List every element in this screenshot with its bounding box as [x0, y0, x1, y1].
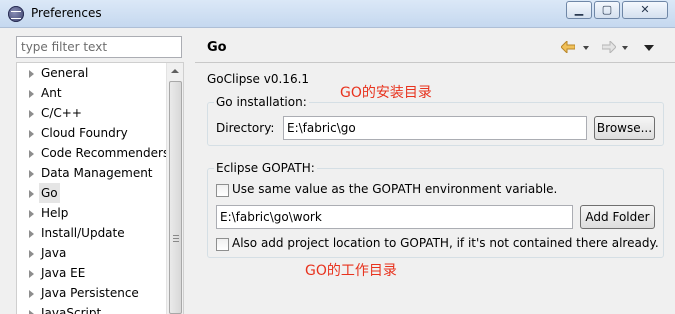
filter-input[interactable] [16, 36, 182, 58]
preferences-tree: General Ant C/C++ Cloud Foundry Code Recomme… [16, 62, 184, 314]
window-titlebar: Preferences ▁ ▢ ✕ [0, 0, 675, 28]
expand-arrow-icon[interactable] [29, 270, 34, 278]
grip-line [173, 238, 179, 239]
tree-item-label[interactable]: Java Persistence [41, 283, 139, 303]
tree-item-label[interactable]: Java EE [41, 263, 85, 283]
install-dir-annotation: GO的安装目录 [340, 85, 432, 101]
expand-arrow-icon[interactable] [29, 290, 34, 298]
tree-item[interactable]: Help [17, 203, 167, 223]
work-dir-annotation: GO的工作目录 [305, 263, 397, 279]
close-button[interactable]: ✕ [622, 1, 668, 19]
expand-arrow-icon[interactable] [29, 90, 34, 98]
tree-item-label[interactable]: C/C++ [41, 103, 82, 123]
gopath-legend: Eclipse GOPATH: [214, 161, 317, 175]
expand-arrow-icon[interactable] [29, 310, 34, 314]
version-label: GoClipse v0.16.1 [207, 72, 310, 86]
grip-line [173, 235, 179, 236]
scroll-thumb[interactable] [169, 81, 182, 314]
go-installation-group: Go installation: Directory: Browse... [207, 95, 664, 146]
maximize-button[interactable]: ▢ [594, 1, 620, 19]
grip-line [173, 241, 179, 242]
tree-item[interactable]: General [17, 63, 167, 83]
window-title: Preferences [31, 6, 102, 20]
preference-page: Go GoClipse v0.16.1 Go installation: Dir… [195, 34, 675, 314]
forward-dropdown-icon[interactable] [622, 46, 628, 50]
tree-item[interactable]: Ant [17, 83, 167, 103]
also-add-project-checkbox[interactable] [216, 238, 229, 251]
expand-arrow-icon[interactable] [29, 210, 34, 218]
view-menu-icon[interactable] [644, 45, 654, 51]
gopath-group: Eclipse GOPATH: Use same value as the GO… [207, 161, 664, 258]
expand-arrow-icon[interactable] [29, 250, 34, 258]
tree-scrollbar[interactable] [166, 63, 183, 314]
tree-item[interactable]: Install/Update [17, 223, 167, 243]
tree-item[interactable]: C/C++ [17, 103, 167, 123]
forward-arrow-icon[interactable] [602, 41, 616, 53]
tree-item[interactable]: Java EE [17, 263, 167, 283]
tree-item-label[interactable]: JavaScript [41, 303, 101, 314]
eclipse-app-icon [8, 6, 24, 22]
use-same-gopath-label[interactable]: Use same value as the GOPATH environment… [232, 182, 557, 196]
expand-arrow-icon[interactable] [29, 130, 34, 138]
title-separator [195, 62, 675, 63]
tree-item-label[interactable]: Ant [41, 83, 62, 103]
tree-item[interactable]: Cloud Foundry [17, 123, 167, 143]
tree-item-label[interactable]: Data Management [41, 163, 153, 183]
minimize-button[interactable]: ▁ [566, 1, 592, 19]
scroll-up-arrow-icon[interactable] [171, 69, 179, 73]
tree-item-label[interactable]: Install/Update [41, 223, 125, 243]
tree-item[interactable]: Java [17, 243, 167, 263]
expand-arrow-icon[interactable] [29, 170, 34, 178]
tree-item-label[interactable]: Code Recommenders [41, 143, 169, 163]
tree-item-label[interactable]: Help [41, 203, 68, 223]
tree-list: General Ant C/C++ Cloud Foundry Code Recomme… [17, 63, 169, 314]
browse-button[interactable]: Browse... [594, 116, 655, 140]
gopath-field[interactable] [216, 205, 573, 229]
directory-label: Directory: [216, 121, 275, 135]
directory-field[interactable] [283, 116, 587, 140]
expand-arrow-icon[interactable] [29, 110, 34, 118]
use-same-gopath-checkbox[interactable] [216, 184, 229, 197]
expand-arrow-icon[interactable] [29, 190, 34, 198]
expand-arrow-icon[interactable] [29, 70, 34, 78]
add-folder-button[interactable]: Add Folder [580, 205, 655, 229]
also-add-project-label[interactable]: Also add project location to GOPATH, if … [232, 236, 659, 250]
back-arrow-icon[interactable] [561, 41, 575, 53]
preferences-navigation: GeneralAntC/C++Cloud FoundryCode Recomme… [12, 34, 184, 314]
tree-item-label[interactable]: Java [41, 243, 66, 263]
tree-item-label[interactable]: Cloud Foundry [41, 123, 128, 143]
tree-item[interactable]: Java Persistence [17, 283, 167, 303]
back-dropdown-icon[interactable] [583, 46, 589, 50]
tree-item-label[interactable]: General [41, 63, 88, 83]
tree-item[interactable]: JavaScript [17, 303, 167, 314]
expand-arrow-icon[interactable] [29, 150, 34, 158]
page-title: Go [207, 40, 227, 55]
tree-item[interactable]: Data Management [17, 163, 167, 183]
tree-item[interactable]: Go [17, 183, 167, 203]
expand-arrow-icon[interactable] [29, 230, 34, 238]
tree-item-label[interactable]: Go [39, 183, 60, 203]
tree-item[interactable]: Code Recommenders [17, 143, 169, 163]
go-installation-legend: Go installation: [214, 95, 309, 109]
